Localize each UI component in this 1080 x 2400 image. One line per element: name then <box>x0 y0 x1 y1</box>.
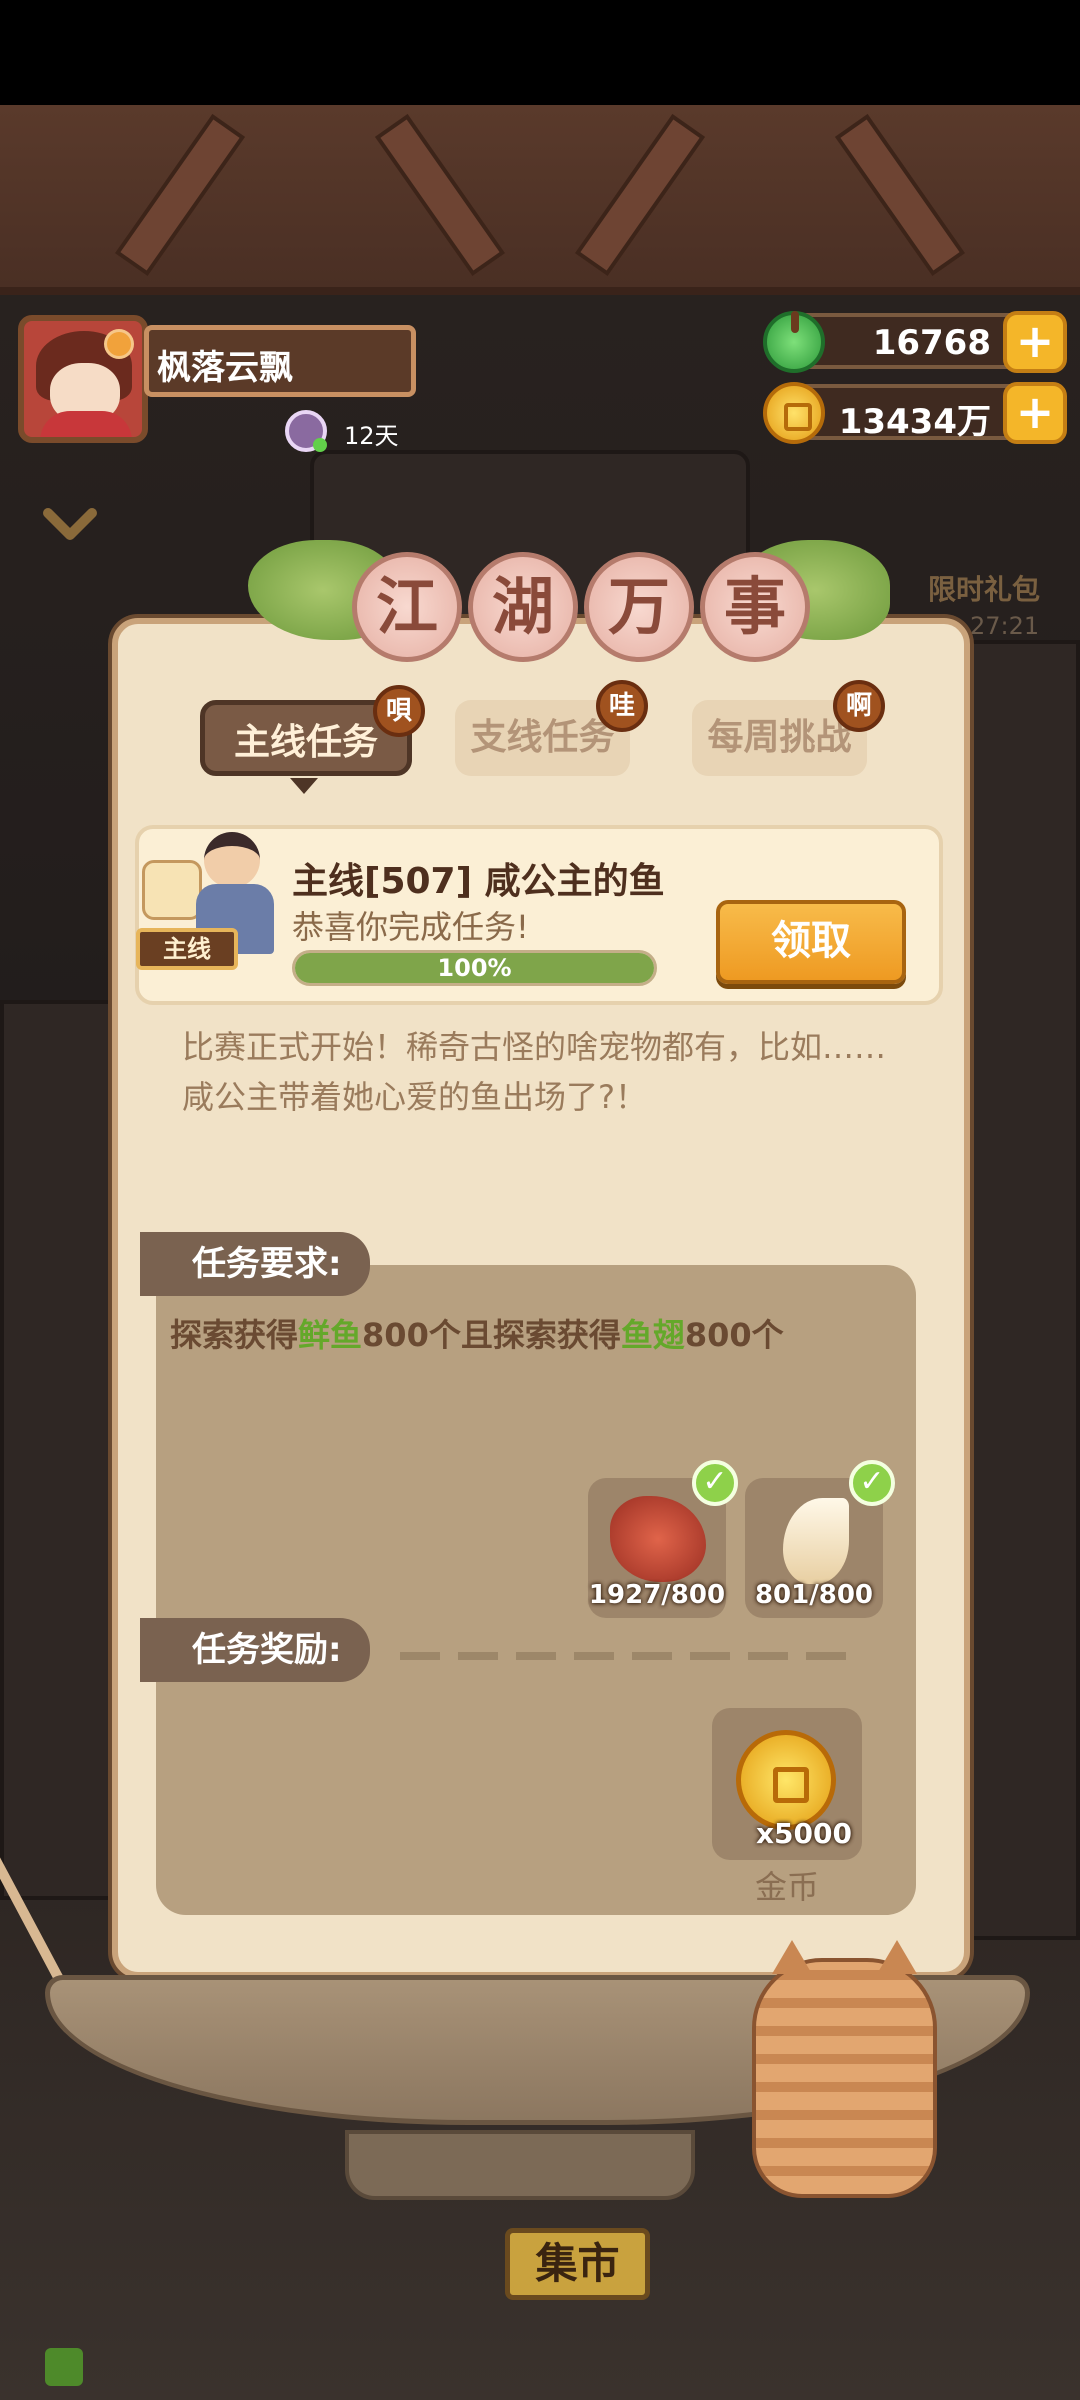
quest-description: 比赛正式开始！稀奇古怪的啥宠物都有，比如……咸公主带着她心爱的鱼出场了?！ <box>182 1028 887 1116</box>
tab-label: 每周挑战 <box>707 717 852 758</box>
check-icon: ✓ <box>849 1460 895 1506</box>
tab-label: 支线任务 <box>470 717 615 758</box>
calendar-avatar-icon <box>285 410 327 452</box>
jade-amount: 16768 <box>872 323 991 363</box>
panel-title-char: 江 <box>352 552 462 662</box>
tab-badge: 唄 <box>373 685 425 737</box>
item-count: 1927/800 <box>588 1580 726 1610</box>
panel-title-char: 事 <box>700 552 810 662</box>
panel-title-char: 湖 <box>468 552 578 662</box>
add-jade-button[interactable]: + <box>1003 311 1067 373</box>
panel-title-char: 万 <box>584 552 694 662</box>
reward-name: 金币 <box>754 1868 819 1906</box>
req-text-part: 探索获得 <box>170 1316 299 1354</box>
quest-progress-bar: 100% <box>292 950 657 986</box>
main-quest-tag: 主线 <box>136 928 238 970</box>
small-menu-icon[interactable] <box>45 2348 83 2386</box>
dashed-divider <box>400 1652 850 1660</box>
tab-weekly-challenge[interactable]: 每周挑战 啊 <box>692 680 885 776</box>
quest-title: 主线[507] 咸公主的鱼 <box>292 861 665 902</box>
req-item-fresh-fish: 鲜鱼 <box>298 1316 363 1354</box>
bowl-base-decoration <box>345 2130 695 2200</box>
player-name-plate: 枫落云飘 <box>144 325 416 397</box>
tab-side-quest[interactable]: 支线任务 哇 <box>455 680 648 776</box>
limited-gift-timer: 27:21 <box>970 612 1040 640</box>
req-text-part: 800个且探索获得 <box>362 1316 621 1354</box>
market-button[interactable]: 集市 <box>505 2228 650 2300</box>
jade-icon <box>763 311 825 373</box>
reward-item-gold[interactable]: x5000 <box>712 1708 862 1860</box>
tab-badge: 哇 <box>596 680 648 732</box>
fresh-fish-icon <box>610 1496 706 1582</box>
tab-label: 主线任务 <box>233 722 378 763</box>
player-avatar[interactable] <box>18 315 148 443</box>
background-shelf <box>0 1000 112 1900</box>
requirement-section-label: 任务要求: <box>140 1232 370 1296</box>
jade-currency: 16768 + <box>763 311 1067 373</box>
reward-count: x5000 <box>756 1817 852 1850</box>
reward-section-label: 任务奖励: <box>140 1618 370 1682</box>
req-text-part: 800个 <box>684 1316 784 1354</box>
status-bar <box>0 0 1080 105</box>
gold-currency: 13434万 + <box>763 382 1067 444</box>
limited-gift-label[interactable]: 限时礼包 <box>928 568 1040 608</box>
check-icon: ✓ <box>692 1460 738 1506</box>
requirement-item-shark-fin[interactable]: ✓ 801/800 <box>745 1460 895 1618</box>
shark-fin-icon <box>783 1498 849 1584</box>
gold-coin-icon <box>736 1730 836 1830</box>
claim-button[interactable]: 领取 <box>716 900 906 984</box>
login-days: 12天 <box>344 422 399 450</box>
chevron-down-icon[interactable] <box>40 495 100 555</box>
active-tab-pointer <box>290 778 318 794</box>
cat-decoration <box>752 1940 937 2198</box>
tab-main-quest[interactable]: 主线任务 唄 <box>200 685 425 776</box>
progress-text: 100% <box>437 954 512 982</box>
player-name: 枫落云飘 <box>157 348 293 388</box>
req-item-shark-fin: 鱼翅 <box>620 1316 685 1354</box>
requirement-item-fresh-fish[interactable]: ✓ 1927/800 <box>588 1460 738 1618</box>
requirement-text: 探索获得鲜鱼800个且探索获得鱼翅800个 <box>170 1310 784 1356</box>
item-count: 801/800 <box>754 1580 874 1610</box>
gold-coin-icon <box>763 382 825 444</box>
quest-subtitle: 恭喜你完成任务! <box>292 908 529 946</box>
tab-badge: 啊 <box>833 680 885 732</box>
background-shelf <box>970 640 1080 1940</box>
gold-amount: 13434万 <box>838 402 991 442</box>
add-gold-button[interactable]: + <box>1003 382 1067 444</box>
